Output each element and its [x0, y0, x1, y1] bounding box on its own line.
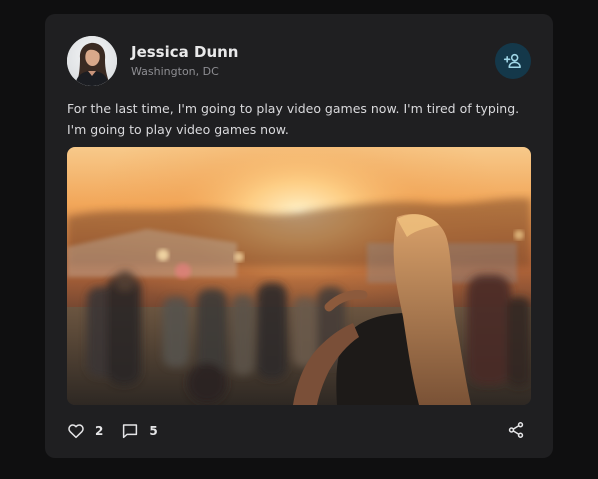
share-icon: [508, 422, 524, 438]
like-count: 2: [95, 424, 104, 438]
author-location: Washington, DC: [131, 65, 219, 78]
share-button[interactable]: [507, 421, 525, 443]
author-info: Jessica Dunn Washington, DC: [131, 43, 238, 79]
author-name[interactable]: Jessica Dunn: [131, 43, 238, 61]
festival-sunset-photo: [67, 147, 531, 405]
post-header: Jessica Dunn Washington, DC: [67, 36, 531, 86]
person-add-icon: [503, 53, 521, 69]
comment-icon: [123, 424, 138, 439]
comment-button[interactable]: 5: [121, 422, 158, 440]
author-avatar[interactable]: [67, 36, 117, 86]
post-image[interactable]: [67, 147, 531, 405]
comment-count: 5: [149, 424, 158, 438]
like-button[interactable]: 2: [67, 422, 103, 440]
follow-button[interactable]: [495, 43, 531, 79]
post-card: Jessica Dunn Washington, DC For the last…: [45, 14, 553, 458]
post-actions: 2 5: [67, 419, 531, 443]
post-text: For the last time, I'm going to play vid…: [67, 101, 520, 137]
avatar-photo: [67, 36, 117, 86]
heart-outline-icon: [68, 424, 84, 439]
